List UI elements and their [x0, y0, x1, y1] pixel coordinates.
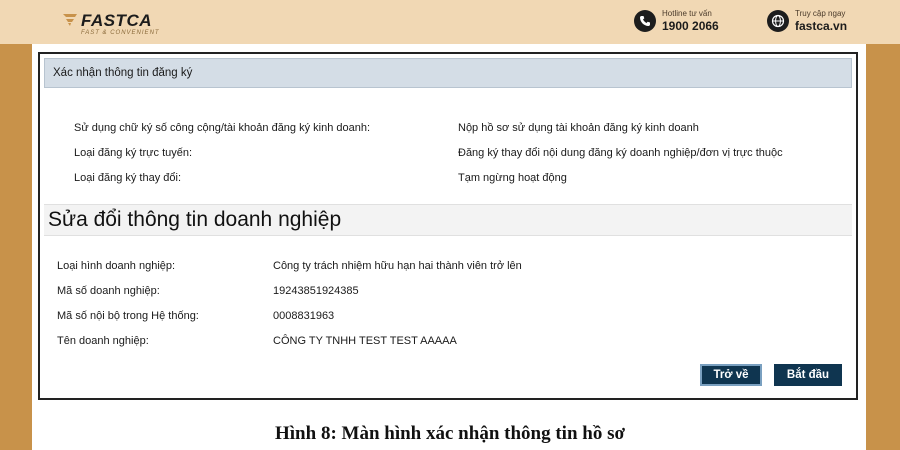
- brand-tagline: FAST & CONVENIENT: [81, 30, 160, 36]
- field-value-company-type: Công ty trách nhiệm hữu hạn hai thành vi…: [273, 260, 522, 272]
- field-value-company-code: 19243851924385: [273, 285, 359, 297]
- figure-caption: Hình 8: Màn hình xác nhận thông tin hồ s…: [275, 423, 625, 444]
- panel-header: Xác nhận thông tin đăng ký: [44, 58, 852, 88]
- back-button[interactable]: Trở về: [700, 364, 762, 386]
- field-label-internal-code: Mã số nội bộ trong Hệ thống:: [57, 310, 199, 322]
- website-contact[interactable]: Truy cập ngay fastca.vn: [767, 9, 847, 33]
- hotline-label: Hotline tư vấn: [662, 9, 712, 18]
- field-label-online-type: Loại đăng ký trực tuyến:: [74, 147, 193, 159]
- field-value-online-type: Đăng ký thay đổi nội dung đăng ký doanh …: [458, 147, 783, 159]
- website-label: Truy cập ngay: [795, 9, 846, 18]
- brand-name: FASTCA: [81, 11, 152, 30]
- phone-icon: [634, 10, 656, 32]
- globe-icon: [767, 10, 789, 32]
- panel-title: Xác nhận thông tin đăng ký: [53, 67, 193, 79]
- website-domain: fastca.vn: [795, 19, 848, 33]
- field-value-internal-code: 0008831963: [273, 310, 335, 322]
- field-label-company-name: Tên doanh nghiệp:: [57, 335, 149, 347]
- field-value-signature: Nộp hồ sơ sử dụng tài khoản đăng ký kinh…: [458, 122, 699, 134]
- section-title: Sửa đổi thông tin doanh nghiệp: [48, 208, 342, 231]
- field-label-company-type: Loại hình doanh nghiệp:: [57, 260, 176, 272]
- confirmation-screen: Xác nhận thông tin đăng ký Sử dụng chữ k…: [38, 52, 858, 400]
- hotline-contact[interactable]: Hotline tư vấn 1900 2066: [634, 9, 719, 33]
- field-value-change-type: Tạm ngừng hoạt động: [458, 172, 567, 184]
- logo-mark-icon: [63, 14, 77, 26]
- hotline-number: 1900 2066: [662, 19, 719, 33]
- field-label-signature: Sử dụng chữ ký số công cộng/tài khoản đă…: [74, 122, 371, 134]
- field-value-company-name: CÔNG TY TNHH TEST TEST AAAAA: [273, 335, 457, 347]
- section-header: Sửa đổi thông tin doanh nghiệp: [44, 204, 852, 236]
- field-label-change-type: Loại đăng ký thay đổi:: [74, 172, 182, 184]
- top-bar: FASTCA FAST & CONVENIENT Hotline tư vấn …: [0, 0, 900, 44]
- field-label-company-code: Mã số doanh nghiệp:: [57, 285, 160, 297]
- start-button[interactable]: Bắt đầu: [774, 364, 842, 386]
